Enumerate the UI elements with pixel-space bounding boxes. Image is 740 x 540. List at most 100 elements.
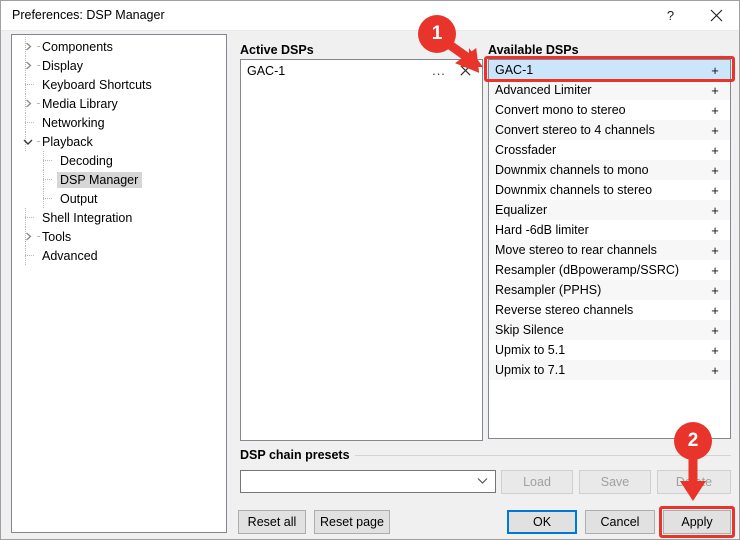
available-dsp-row[interactable]: GAC-1 + [489, 60, 730, 80]
add-dsp-icon[interactable]: + [700, 323, 730, 338]
chevron-right-icon[interactable] [20, 94, 36, 113]
available-dsp-row[interactable]: Upmix to 7.1 + [489, 360, 730, 380]
available-dsp-label: Upmix to 5.1 [495, 343, 566, 357]
tree-connector [37, 141, 40, 142]
add-dsp-icon[interactable]: + [700, 163, 730, 178]
close-window-button[interactable] [694, 1, 739, 30]
chevron-right-icon[interactable] [20, 56, 36, 75]
add-dsp-icon[interactable]: + [700, 263, 730, 278]
sidebar-item-display[interactable]: Display [12, 56, 226, 75]
add-dsp-icon[interactable]: + [700, 303, 730, 318]
title-bar: Preferences: DSP Manager ? [1, 1, 739, 31]
available-dsp-row[interactable]: Convert mono to stereo + [489, 100, 730, 120]
add-dsp-icon[interactable]: + [700, 203, 730, 218]
available-dsp-row[interactable]: Crossfader + [489, 140, 730, 160]
available-dsp-label: Reverse stereo channels [495, 303, 634, 317]
add-dsp-icon[interactable]: + [700, 243, 730, 258]
add-dsp-icon[interactable]: + [700, 83, 730, 98]
available-dsp-label: GAC-1 [495, 63, 534, 77]
tree-connector [37, 103, 40, 104]
sidebar-item-decoding[interactable]: Decoding [12, 151, 226, 170]
cancel-button[interactable]: Cancel [585, 510, 655, 534]
available-dsp-row[interactable]: Advanced Limiter + [489, 80, 730, 100]
available-dsp-row[interactable]: Skip Silence + [489, 320, 730, 340]
available-dsp-row[interactable]: Downmix channels to mono + [489, 160, 730, 180]
add-dsp-icon[interactable]: + [700, 183, 730, 198]
reset-all-button[interactable]: Reset all [238, 510, 306, 534]
delete-preset-button[interactable]: Delete [657, 470, 731, 494]
add-dsp-icon[interactable]: + [700, 123, 730, 138]
tree-connector [25, 255, 34, 256]
available-dsp-row[interactable]: Equalizer + [489, 200, 730, 220]
apply-button[interactable]: Apply [663, 510, 731, 534]
chevron-right-icon[interactable] [20, 37, 36, 56]
available-dsp-row[interactable]: Move stereo to rear channels + [489, 240, 730, 260]
sidebar-item-shell-integration[interactable]: Shell Integration [12, 208, 226, 227]
available-dsp-row[interactable]: Hard -6dB limiter + [489, 220, 730, 240]
close-icon[interactable] [454, 60, 476, 81]
sidebar-item-label: Media Library [42, 96, 118, 111]
sidebar-item-label: DSP Manager [57, 171, 143, 188]
chevron-right-icon[interactable] [20, 227, 36, 246]
sidebar-item-label: Components [42, 39, 113, 54]
tree-connector [25, 122, 34, 123]
sidebar-item-dsp-manager[interactable]: DSP Manager [12, 170, 226, 189]
add-dsp-icon[interactable]: + [700, 103, 730, 118]
window-title: Preferences: DSP Manager [12, 8, 165, 22]
add-dsp-icon[interactable]: + [700, 283, 730, 298]
available-dsps-list[interactable]: GAC-1 + Advanced Limiter + Convert mono to s… [488, 59, 731, 439]
active-dsp-label: GAC-1 [247, 63, 286, 78]
available-dsp-row[interactable]: Downmix channels to stereo + [489, 180, 730, 200]
sidebar-item-playback[interactable]: Playback [12, 132, 226, 151]
sidebar-item-networking[interactable]: Networking [12, 113, 226, 132]
sidebar-item-output[interactable]: Output [12, 189, 226, 208]
sidebar-item-label: Tools [42, 229, 72, 244]
add-dsp-icon[interactable]: + [700, 363, 730, 378]
available-dsp-label: Skip Silence [495, 323, 564, 337]
ellipsis-icon[interactable]: ... [428, 60, 450, 81]
sidebar-item-components[interactable]: Components [12, 37, 226, 56]
available-dsp-row[interactable]: Upmix to 5.1 + [489, 340, 730, 360]
chevron-down-icon[interactable] [20, 132, 36, 151]
tree-connector [25, 217, 34, 218]
available-dsp-label: Upmix to 7.1 [495, 363, 566, 377]
available-dsp-label: Advanced Limiter [495, 83, 592, 97]
available-dsp-row[interactable]: Convert stereo to 4 channels + [489, 120, 730, 140]
available-dsp-row[interactable]: Resampler (dBpoweramp/SSRC) + [489, 260, 730, 280]
save-preset-button[interactable]: Save [579, 470, 651, 494]
available-dsp-row[interactable]: Resampler (PPHS) + [489, 280, 730, 300]
load-preset-button[interactable]: Load [501, 470, 573, 494]
ok-button[interactable]: OK [507, 510, 577, 534]
add-dsp-icon[interactable]: + [700, 223, 730, 238]
add-dsp-icon[interactable]: + [700, 63, 730, 78]
sidebar-item-label: Advanced [42, 248, 98, 263]
chevron-down-icon [477, 477, 488, 485]
active-dsps-heading: Active DSPs [240, 43, 314, 57]
reset-page-button[interactable]: Reset page [314, 510, 390, 534]
tree-connector [37, 65, 40, 66]
sidebar-item-advanced[interactable]: Advanced [12, 246, 226, 265]
help-button[interactable]: ? [648, 1, 693, 30]
sidebar-item-label: Decoding [60, 153, 113, 168]
dsp-chain-presets-label: DSP chain presets [240, 448, 350, 462]
tree-connector [37, 236, 40, 237]
sidebar-item-label: Networking [42, 115, 105, 130]
tree-connector [43, 160, 52, 161]
tree-connector [37, 46, 40, 47]
active-dsp-row[interactable]: GAC-1 ... [241, 60, 482, 81]
add-dsp-icon[interactable]: + [700, 343, 730, 358]
preset-select[interactable] [240, 470, 496, 493]
sidebar-item-label: Playback [42, 134, 93, 149]
preferences-tree[interactable]: Components Display Keyboard Shortcuts Media… [11, 34, 227, 533]
available-dsp-label: Convert mono to stereo [495, 103, 626, 117]
available-dsp-row[interactable]: Reverse stereo channels + [489, 300, 730, 320]
sidebar-item-tools[interactable]: Tools [12, 227, 226, 246]
add-dsp-icon[interactable]: + [700, 143, 730, 158]
sidebar-item-keyboard-shortcuts[interactable]: Keyboard Shortcuts [12, 75, 226, 94]
active-dsps-list[interactable]: GAC-1 ... [240, 59, 483, 441]
sidebar-item-media-library[interactable]: Media Library [12, 94, 226, 113]
tree-connector [25, 84, 34, 85]
annotation-badge-2: 2 [674, 422, 712, 460]
question-mark-icon: ? [666, 8, 675, 23]
available-dsp-label: Crossfader [495, 143, 557, 157]
